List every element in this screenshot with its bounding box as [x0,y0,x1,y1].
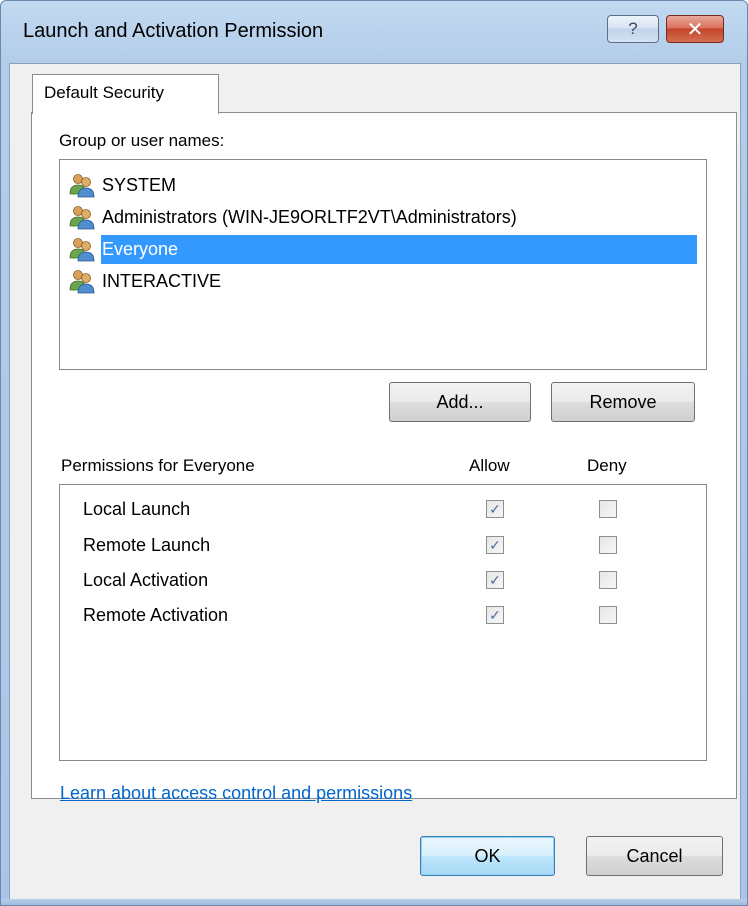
permission-name: Remote Activation [83,605,229,625]
users-icon [69,174,95,198]
allow-column-header: Allow [469,456,510,475]
title-bar[interactable]: Launch and Activation Permission ? ✕ [1,1,747,63]
permission-row-local-activation: Local Activation ✓ [60,564,706,600]
permission-name: Local Launch [83,499,191,519]
list-item-system[interactable]: SYSTEM [69,169,697,201]
cancel-button[interactable]: Cancel [586,836,723,876]
list-item-administrators[interactable]: Administrators (WIN-JE9ORLTF2VT\Administ… [69,201,697,233]
tab-label: Default Security [44,83,164,102]
deny-checkbox-local-launch[interactable] [599,500,617,518]
window-title: Launch and Activation Permission [23,20,324,42]
ok-button[interactable]: OK [420,836,555,876]
permissions-list: Local Launch ✓ Remote Launch ✓ Local Act… [59,484,707,761]
deny-checkbox-remote-launch[interactable] [599,536,617,554]
permission-name: Local Activation [83,570,209,590]
check-icon: ✓ [489,537,501,553]
list-item-interactive[interactable]: INTERACTIVE [69,265,697,297]
allow-checkbox-remote-activation[interactable]: ✓ [486,606,504,624]
learn-access-control-link[interactable]: Learn about access control and permissio… [60,783,412,804]
users-icon [69,270,95,294]
list-item-everyone[interactable]: Everyone [69,233,697,265]
permission-row-remote-launch: Remote Launch ✓ [60,529,706,565]
tab-default-security[interactable]: Default Security [32,74,219,114]
check-icon: ✓ [489,572,501,588]
dialog-client-area: Default Security Group or user names: SY… [9,63,741,901]
allow-checkbox-local-launch[interactable]: ✓ [486,500,504,518]
add-button[interactable]: Add... [389,382,531,422]
users-icon [69,206,95,230]
group-user-list[interactable]: SYSTEM Administrators (WIN-JE9ORLTF2VT\A… [59,159,707,370]
permission-name: Remote Launch [83,535,211,555]
remove-button[interactable]: Remove [551,382,695,422]
allow-checkbox-local-activation[interactable]: ✓ [486,571,504,589]
close-icon: ✕ [686,18,704,41]
allow-checkbox-remote-launch[interactable]: ✓ [486,536,504,554]
check-icon: ✓ [489,501,501,517]
permission-row-local-launch: Local Launch ✓ [60,493,706,529]
check-icon: ✓ [489,607,501,623]
deny-checkbox-remote-activation[interactable] [599,606,617,624]
list-item-label: SYSTEM [102,174,177,195]
help-icon: ? [628,19,638,38]
users-icon [69,238,95,262]
list-item-label: Everyone [101,234,697,264]
deny-checkbox-local-activation[interactable] [599,571,617,589]
list-item-label: INTERACTIVE [102,270,222,291]
close-button[interactable]: ✕ [666,15,724,43]
group-list-label: Group or user names: [59,131,225,150]
dialog-window: Launch and Activation Permission ? ✕ Def… [0,0,748,906]
deny-column-header: Deny [587,456,627,475]
help-button[interactable]: ? [607,15,659,43]
list-item-label: Administrators (WIN-JE9ORLTF2VT\Administ… [102,206,517,227]
window-bottom-border [1,899,747,905]
permission-row-remote-activation: Remote Activation ✓ [60,599,706,635]
permissions-label: Permissions for Everyone [61,456,255,475]
